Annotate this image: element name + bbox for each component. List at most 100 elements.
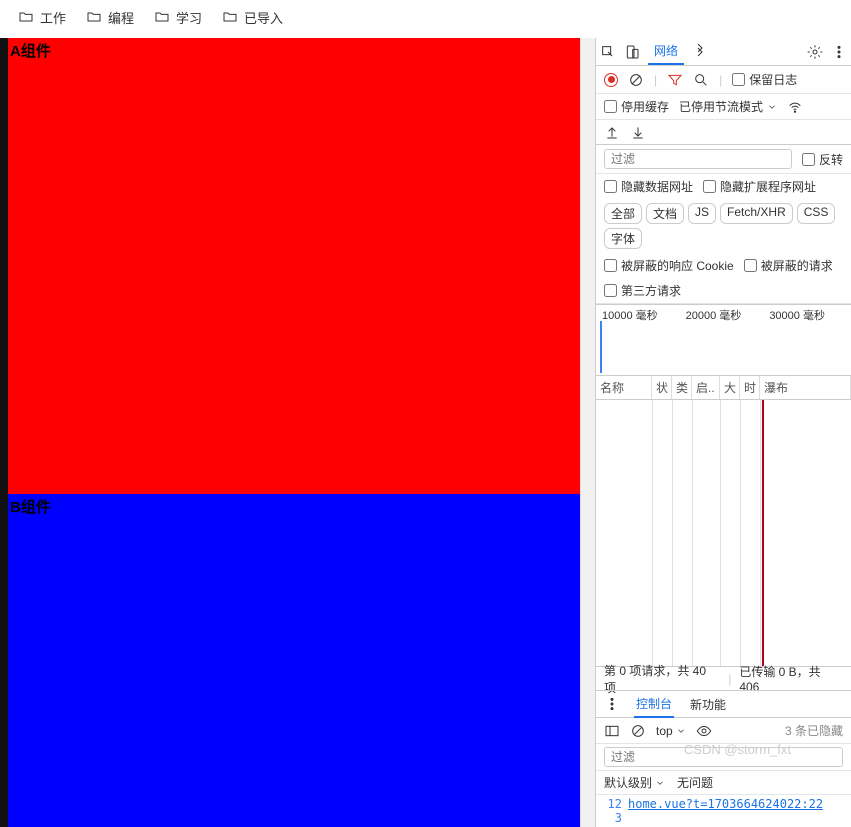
folder-icon bbox=[18, 9, 34, 25]
issues-label[interactable]: 无问题 bbox=[677, 774, 713, 791]
download-icon[interactable] bbox=[630, 124, 646, 140]
thirdparty-row: 第三方请求 bbox=[596, 278, 851, 304]
component-b-label: B组件 bbox=[10, 499, 51, 516]
component-a-label: A组件 bbox=[10, 43, 51, 60]
preserve-log-checkbox[interactable]: 保留日志 bbox=[732, 71, 797, 88]
col-waterfall[interactable]: 瀑布 bbox=[760, 376, 851, 399]
bookmark-coding[interactable]: 编程 bbox=[86, 8, 134, 27]
console-filter-row bbox=[596, 744, 851, 771]
context-label: top bbox=[656, 724, 673, 738]
tab-network[interactable]: 网络 bbox=[648, 38, 684, 65]
inspect-icon[interactable] bbox=[600, 44, 616, 60]
type-css[interactable]: CSS bbox=[797, 203, 836, 224]
console-filter-input[interactable] bbox=[604, 747, 843, 767]
component-a: A组件 bbox=[8, 38, 580, 494]
kebab-icon[interactable] bbox=[604, 696, 620, 712]
folder-icon bbox=[222, 9, 238, 25]
hide-data-checkbox[interactable]: 隐藏数据网址 bbox=[604, 178, 693, 195]
timeline[interactable]: 10000 毫秒 20000 毫秒 30000 毫秒 bbox=[596, 304, 851, 376]
col-name[interactable]: 名称 bbox=[596, 376, 652, 399]
type-all[interactable]: 全部 bbox=[604, 203, 642, 224]
folder-icon bbox=[154, 9, 170, 25]
col-time[interactable]: 时 bbox=[740, 376, 760, 399]
type-doc[interactable]: 文档 bbox=[646, 203, 684, 224]
timeline-cursor bbox=[600, 321, 602, 373]
blocked-row: 被屏蔽的响应 Cookie 被屏蔽的请求 bbox=[596, 253, 851, 278]
bookmarks-bar: 工作 编程 学习 已导入 bbox=[0, 0, 851, 38]
context-dropdown[interactable]: top bbox=[656, 724, 686, 738]
col-type[interactable]: 类 bbox=[672, 376, 692, 399]
tick-2: 20000 毫秒 bbox=[686, 307, 742, 323]
sidebar-icon[interactable] bbox=[604, 723, 620, 739]
disable-cache-checkbox[interactable]: 停用缓存 bbox=[604, 98, 669, 115]
filter-icon[interactable] bbox=[667, 72, 683, 88]
gear-icon[interactable] bbox=[807, 44, 823, 60]
type-pills: 全部 文档 JS Fetch/XHR CSS 字体 bbox=[596, 199, 851, 253]
bookmark-work[interactable]: 工作 bbox=[18, 8, 66, 27]
bookmark-label: 编程 bbox=[108, 8, 134, 27]
component-b: B组件 bbox=[8, 494, 580, 827]
upload-row bbox=[596, 120, 851, 144]
page-scrollbar[interactable] bbox=[580, 38, 595, 827]
hide-data-label: 隐藏数据网址 bbox=[621, 178, 693, 195]
level-dropdown[interactable]: 默认级别 bbox=[604, 774, 665, 791]
hide-ext-label: 隐藏扩展程序网址 bbox=[720, 178, 816, 195]
drawer-tabs: 控制台 新功能 bbox=[596, 690, 851, 718]
network-toolbar: | | 保留日志 bbox=[596, 66, 851, 94]
device-icon[interactable] bbox=[624, 44, 640, 60]
network-body bbox=[596, 400, 851, 666]
devtools-tabs: 网络 bbox=[596, 38, 851, 66]
type-fetch[interactable]: Fetch/XHR bbox=[720, 203, 793, 224]
bookmark-label: 学习 bbox=[176, 8, 202, 27]
clear-console-icon[interactable] bbox=[630, 723, 646, 739]
bookmark-study[interactable]: 学习 bbox=[154, 8, 202, 27]
hide-row: 隐藏数据网址 隐藏扩展程序网址 bbox=[596, 174, 851, 199]
search-icon[interactable] bbox=[693, 72, 709, 88]
clear-icon[interactable] bbox=[628, 72, 644, 88]
filter-input[interactable] bbox=[604, 149, 792, 169]
third-party-checkbox[interactable]: 第三方请求 bbox=[604, 282, 681, 299]
col-initiator[interactable]: 启.. bbox=[692, 376, 720, 399]
blocked-cookie-checkbox[interactable]: 被屏蔽的响应 Cookie bbox=[604, 257, 734, 274]
devtools-panel: 网络 | | 保留日志 停用缓存 已停用节流模式 bbox=[595, 38, 851, 827]
left-strip bbox=[0, 38, 8, 827]
load-line bbox=[762, 400, 764, 666]
wifi-icon[interactable] bbox=[787, 99, 803, 115]
throttle-dropdown[interactable]: 已停用节流模式 bbox=[679, 98, 777, 115]
invert-label: 反转 bbox=[819, 151, 843, 168]
preserve-log-label: 保留日志 bbox=[749, 71, 797, 88]
tick-3: 30000 毫秒 bbox=[769, 307, 825, 323]
network-headers: 名称 状 类 启.. 大 时 瀑布 bbox=[596, 376, 851, 400]
page-content: A组件 B组件 bbox=[8, 38, 580, 827]
blocked-req-label: 被屏蔽的请求 bbox=[761, 257, 833, 274]
tick-1: 10000 毫秒 bbox=[602, 307, 658, 323]
bookmark-imported[interactable]: 已导入 bbox=[222, 8, 283, 27]
tab-whatsnew[interactable]: 新功能 bbox=[688, 692, 728, 717]
disable-cache-label: 停用缓存 bbox=[621, 98, 669, 115]
kebab-icon[interactable] bbox=[831, 44, 847, 60]
upload-icon[interactable] bbox=[604, 124, 620, 140]
level-label: 默认级别 bbox=[604, 774, 652, 791]
network-status: 第 0 项请求，共 40 项 | 已传输 0 B，共 406 bbox=[596, 666, 851, 690]
blocked-req-checkbox[interactable]: 被屏蔽的请求 bbox=[744, 257, 833, 274]
tab-console[interactable]: 控制台 bbox=[634, 691, 674, 718]
type-js[interactable]: JS bbox=[688, 203, 716, 224]
invert-checkbox[interactable]: 反转 bbox=[802, 151, 843, 168]
eye-icon[interactable] bbox=[696, 723, 712, 739]
folder-icon bbox=[86, 9, 102, 25]
filter-row: 反转 bbox=[596, 144, 851, 174]
more-tabs-icon[interactable] bbox=[692, 44, 708, 60]
type-font[interactable]: 字体 bbox=[604, 228, 642, 249]
col-size[interactable]: 大 bbox=[720, 376, 740, 399]
hide-ext-checkbox[interactable]: 隐藏扩展程序网址 bbox=[703, 178, 816, 195]
throttle-label: 已停用节流模式 bbox=[679, 98, 763, 115]
cache-row: 停用缓存 已停用节流模式 bbox=[596, 94, 851, 120]
record-icon[interactable] bbox=[604, 73, 618, 87]
bookmark-label: 已导入 bbox=[244, 8, 283, 27]
console-toolbar: top 3 条已隐藏 bbox=[596, 718, 851, 744]
col-status[interactable]: 状 bbox=[652, 376, 672, 399]
line-number-1: 12 bbox=[604, 797, 622, 811]
bookmark-label: 工作 bbox=[40, 8, 66, 27]
hidden-count[interactable]: 3 条已隐藏 bbox=[785, 722, 843, 739]
console-link[interactable]: home.vue?t=1703664624022:22 bbox=[628, 797, 823, 825]
